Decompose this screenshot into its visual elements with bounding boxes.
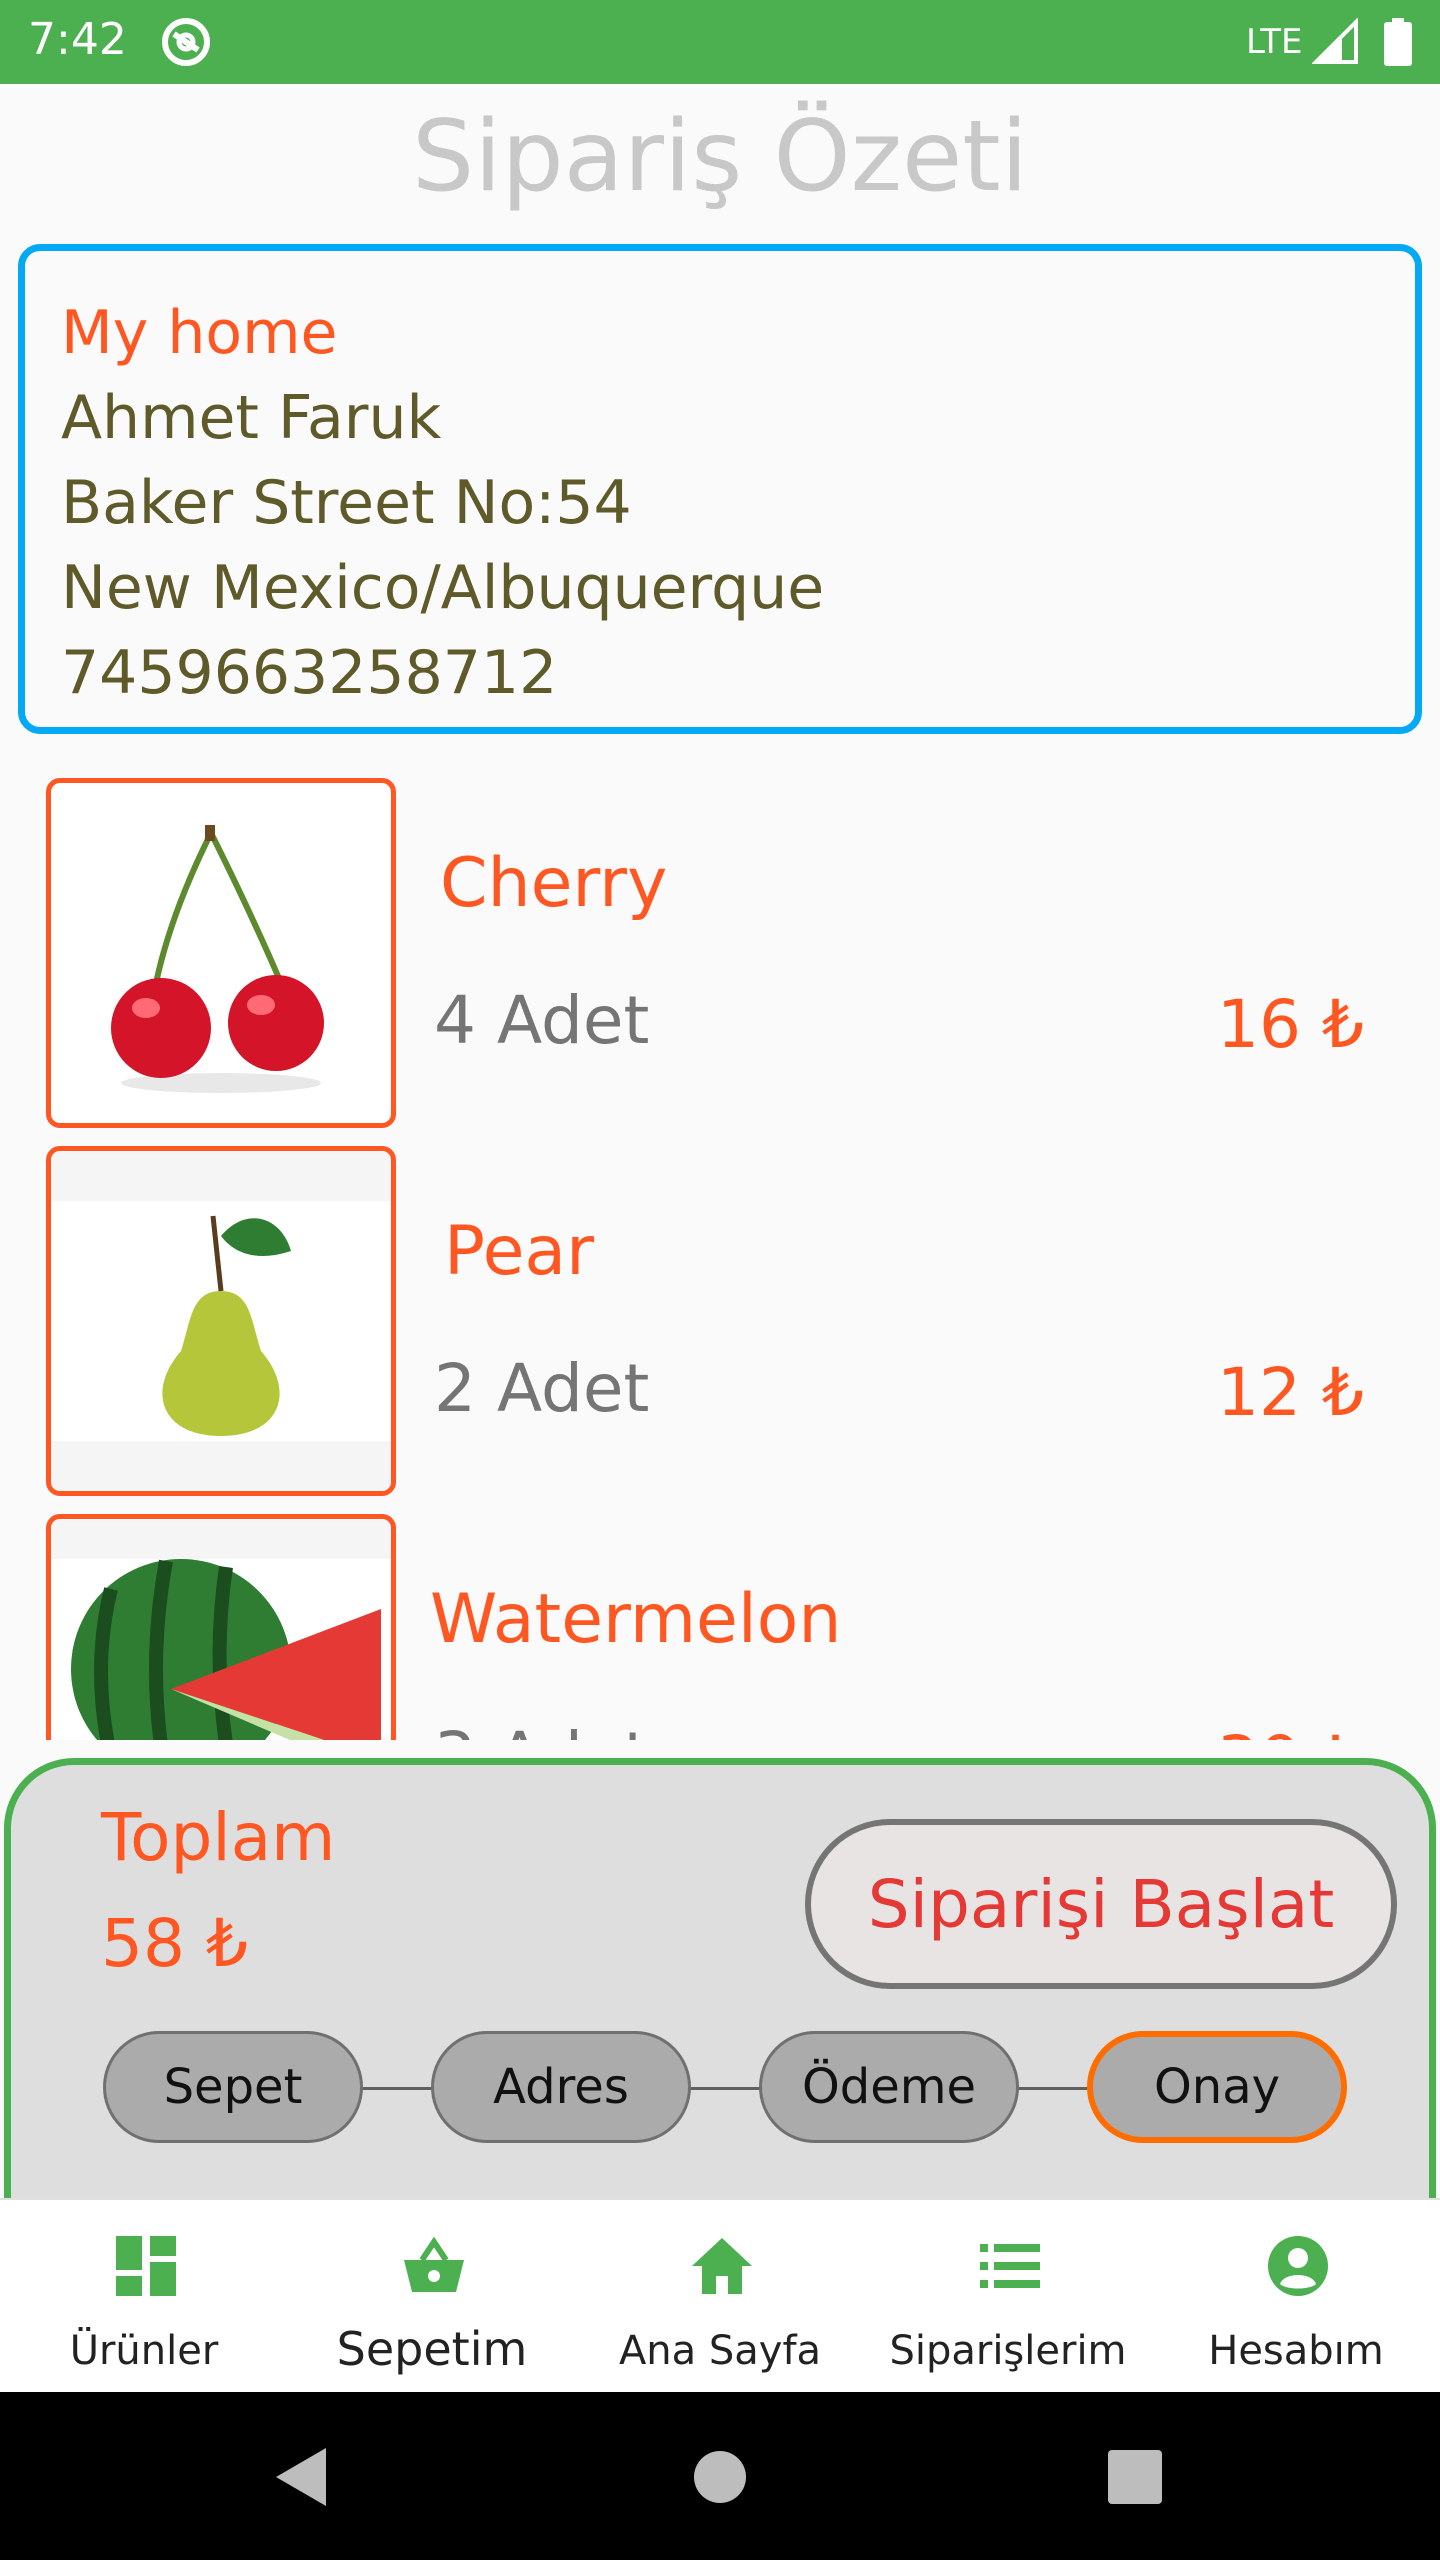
step-cart[interactable]: Sepet: [103, 2031, 363, 2143]
product-quantity: 3 Adet: [434, 1718, 649, 1740]
product-image: [46, 778, 396, 1128]
pear-image: [51, 1151, 391, 1491]
product-image: [46, 1514, 396, 1740]
signal-icon: [1312, 18, 1358, 64]
list-icon: [980, 2244, 1040, 2288]
cherry-image: [111, 825, 324, 1093]
nav-item-cart[interactable]: Sepetim: [288, 2200, 576, 2394]
nav-label: Sepetim: [336, 2322, 528, 2376]
address-city: New Mexico/Albuquerque: [61, 553, 825, 623]
system-navigation-bar: [0, 2392, 1440, 2560]
address-phone: 7459663258712: [61, 638, 558, 708]
nav-label: Hesabım: [1208, 2328, 1384, 2374]
product-price: 30 ₺: [1217, 1722, 1364, 1740]
home-button-icon[interactable]: [685, 2442, 755, 2512]
home-icon: [692, 2238, 752, 2294]
product-name: Cherry: [440, 844, 668, 923]
step-address[interactable]: Adres: [431, 2031, 691, 2143]
network-type: LTE: [1246, 22, 1303, 62]
nav-item-products[interactable]: Ürünler: [0, 2200, 288, 2394]
address-street: Baker Street No:54: [61, 468, 632, 538]
total-label: Toplam: [101, 1799, 336, 1876]
start-order-button[interactable]: Siparişi Başlat: [805, 1819, 1397, 1989]
product-price: 12 ₺: [1217, 1354, 1364, 1431]
order-summary-panel: Toplam 58 ₺ Siparişi Başlat Sepet Adres …: [4, 1758, 1436, 2198]
bottom-navigation: Ürünler Sepetim Ana Sayfa Siparişlerim H…: [0, 2198, 1440, 2392]
nav-item-orders[interactable]: Siparişlerim: [864, 2200, 1152, 2394]
account-icon: [1268, 2236, 1328, 2296]
product-quantity: 2 Adet: [434, 1350, 650, 1427]
order-stepper: Sepet Adres Ödeme Onay: [11, 2031, 1440, 2147]
address-title: My home: [61, 298, 338, 368]
product-price: 16 ₺: [1217, 986, 1364, 1063]
product-list[interactable]: Cherry 4 Adet 16 ₺ Pear 2 Adet 12 ₺ Wate…: [0, 770, 1440, 1740]
product-item[interactable]: Watermelon 3 Adet 30 ₺: [0, 1510, 1440, 1740]
step-confirmation[interactable]: Onay: [1087, 2031, 1347, 2143]
battery-icon: [1384, 18, 1412, 66]
product-image: [46, 1146, 396, 1496]
address-name: Ahmet Faruk: [61, 383, 442, 453]
dashboard-icon: [116, 2236, 176, 2296]
nav-item-home[interactable]: Ana Sayfa: [576, 2200, 864, 2394]
step-payment[interactable]: Ödeme: [759, 2031, 1019, 2143]
watermelon-image: [51, 1519, 391, 1740]
product-quantity: 4 Adet: [434, 982, 650, 1059]
status-bar: 7:42 LTE: [0, 0, 1440, 84]
nav-item-account[interactable]: Hesabım: [1152, 2200, 1440, 2394]
address-card[interactable]: My home Ahmet Faruk Baker Street No:54 N…: [18, 244, 1422, 734]
status-time: 7:42: [28, 14, 127, 65]
product-name: Pear: [444, 1212, 595, 1291]
nav-label: Siparişlerim: [889, 2328, 1127, 2374]
recents-icon[interactable]: [1100, 2442, 1170, 2512]
total-value: 58 ₺: [101, 1905, 248, 1982]
basket-icon: [404, 2236, 464, 2292]
nav-label: Ürünler: [69, 2328, 219, 2374]
page-title: Sipariş Özeti: [412, 100, 1028, 214]
product-item[interactable]: Pear 2 Adet 12 ₺: [0, 1142, 1440, 1496]
product-name: Watermelon: [430, 1580, 842, 1659]
accessibility-icon: [162, 18, 210, 66]
nav-label: Ana Sayfa: [618, 2328, 822, 2374]
back-icon[interactable]: [266, 2442, 336, 2512]
product-item[interactable]: Cherry 4 Adet 16 ₺: [0, 774, 1440, 1128]
